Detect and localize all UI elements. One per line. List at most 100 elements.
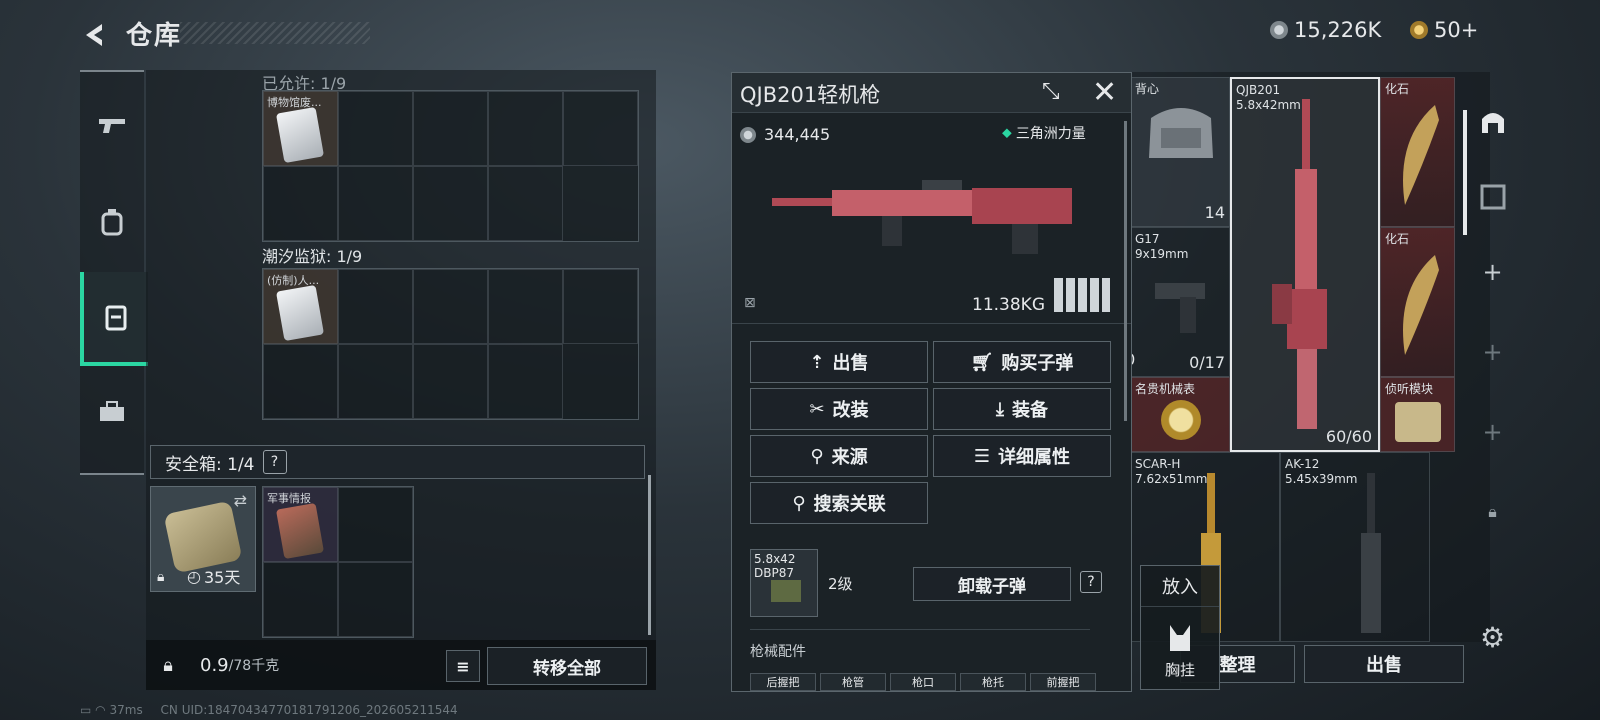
gold-currency[interactable]: 50+ [1410,18,1478,42]
cart-icon: 🛒︎ [970,351,994,373]
backpack-icon[interactable] [80,177,144,267]
sell-inventory-button[interactable]: 出售 [1304,645,1464,683]
intel-item[interactable]: 军事情报 [263,487,338,562]
put-in-label[interactable]: 放入 [1141,566,1219,607]
weight-lock-icon: 🔒︎ [163,654,173,676]
map-frame-icon[interactable] [1465,177,1520,217]
left-scrollbar[interactable] [648,475,651,635]
replica-item[interactable]: (仿制)人... [263,269,338,344]
pistol-icon [1155,283,1205,333]
buy-ammo-button[interactable]: 🛒︎ 购买子弹 [933,341,1111,383]
category-sidebar [80,70,148,475]
source-button[interactable]: ⚲ 来源 [750,435,928,477]
search-icon: ⚲ [810,445,824,467]
list-icon[interactable]: ≡ [446,650,480,682]
item-price: 344,445 [740,125,830,144]
ammo-box-icon [771,580,801,602]
add-icon[interactable]: + [1465,252,1520,292]
attachment-tab-front-grip[interactable]: 前握把 [1030,673,1096,691]
ak12-slot[interactable]: AK-12 5.45x39mm [1280,452,1430,642]
unload-ammo-button[interactable]: 卸载子弹 [913,567,1071,601]
ping-value: 37ms [109,703,143,717]
clock-icon: ◴ [187,566,201,586]
attachment-tab-muzzle[interactable]: 枪口 [890,673,956,691]
ammo-slot[interactable]: 5.8x42 DBP87 [750,549,818,617]
sell-icon: ⇡ [809,351,825,373]
grid-cell[interactable] [413,269,488,344]
safe-house-icon[interactable] [1465,102,1520,142]
grid-cell[interactable] [263,562,338,637]
safe-case-slot[interactable]: ⇄ 🔒︎ ◴ 35天 [150,486,256,592]
grid-cell[interactable] [338,269,413,344]
swap-icon[interactable]: ⇄ [234,491,247,510]
attachment-tab-stock[interactable]: 枪托 [960,673,1026,691]
module-slot[interactable]: 侦听模块 [1380,377,1455,452]
card-item-icon [275,284,325,342]
collapse-icon[interactable]: ⤡ [1042,79,1060,104]
safe-box-bar: 安全箱: 1/4 ? [150,445,645,479]
transfer-all-button[interactable]: 转移全部 [487,647,647,685]
ammo-help-button[interactable]: ? [1080,571,1102,593]
chest-rig-slot[interactable]: 放入 胸挂 [1140,565,1220,690]
uid-text: CN UID:18470434770181791206_202605211544 [160,703,458,717]
intel-icon [275,502,325,560]
fossil-slot-1[interactable]: 化石 [1380,77,1455,227]
faction-tag: ⬥ 三角洲力量 [1002,125,1086,142]
grid-cell[interactable] [263,344,338,419]
toolbox-icon[interactable] [80,367,144,457]
sell-button[interactable]: ⇡ 出售 [750,341,928,383]
popup-title: QJB201轻机枪 [740,83,881,107]
close-icon[interactable]: ✕ [1092,75,1117,110]
search-related-button[interactable]: ⚲ 搜索关联 [750,482,928,524]
watch-slot[interactable]: 名贵机械表 [1130,377,1230,452]
item-detail-popup: QJB201轻机枪 ⤡ ✕ 344,445 ⬥ 三角洲力量 ⊠ 11.38KG ⇡… [731,72,1132,692]
add-icon-3[interactable]: + [1465,412,1520,452]
settings-gear-icon[interactable]: ⚙ [1465,617,1520,657]
ak12-rifle-icon [1361,473,1381,633]
modify-button[interactable]: ✂ 改装 [750,388,928,430]
grid-cell[interactable] [488,344,563,419]
fossil-slot-2[interactable]: 化石 [1380,227,1455,377]
grid-cell[interactable] [338,487,413,562]
page-title: 仓库 [126,21,183,51]
grid-cell[interactable] [338,562,413,637]
section2-label: 潮汐监狱: 1/9 [262,247,363,266]
chest-rig-label: 胸挂 [1164,661,1195,679]
grid-cell[interactable] [488,91,563,166]
right-scrollbar[interactable] [1463,110,1467,235]
details-button[interactable]: ☰ 详细属性 [933,435,1111,477]
attachment-tab-rear-grip[interactable]: 后握把 [750,673,816,691]
grid-cell[interactable] [563,269,638,344]
add-icon-2[interactable]: + [1465,332,1520,372]
grid-cell[interactable] [488,269,563,344]
grid-cell[interactable] [413,166,488,241]
attachments-label: 枪械配件 [750,644,806,660]
grid-cell[interactable] [338,344,413,419]
grid-cell[interactable] [338,91,413,166]
chest-rig-icon [1170,625,1190,651]
vest-icon[interactable] [80,272,148,366]
help-button[interactable]: ? [262,450,287,474]
grid-cell[interactable] [338,166,413,241]
grid-cell[interactable] [413,344,488,419]
back-icon[interactable] [80,20,110,50]
safe-case-icon [163,500,243,574]
attachment-tab-barrel[interactable]: 枪管 [820,673,886,691]
module-icon [1395,402,1441,442]
safe-box-label: 安全箱: 1/4 [165,454,255,475]
grid-cell[interactable] [263,166,338,241]
qjb201-slot[interactable]: QJB201 5.8x42mm 60/60 [1230,77,1380,452]
vest-slot[interactable]: 背心 14 [1130,77,1230,227]
lock-icon: 🔒︎ [1488,502,1497,521]
g17-slot[interactable]: G17 9x19mm 0/17 [1130,227,1230,377]
museum-item[interactable]: 博物馆废... [263,91,338,166]
battery-icon: ▭ [80,703,92,717]
grid-cell[interactable] [488,166,563,241]
silver-coin-icon [1270,21,1288,39]
popup-scrollbar[interactable] [1124,121,1127,421]
grid-cell[interactable] [413,91,488,166]
pistol-icon[interactable] [80,80,144,170]
equip-button[interactable]: ⤓ 装备 [933,388,1111,430]
claw-fossil-icon [1403,255,1439,355]
grid-cell[interactable] [563,91,638,166]
